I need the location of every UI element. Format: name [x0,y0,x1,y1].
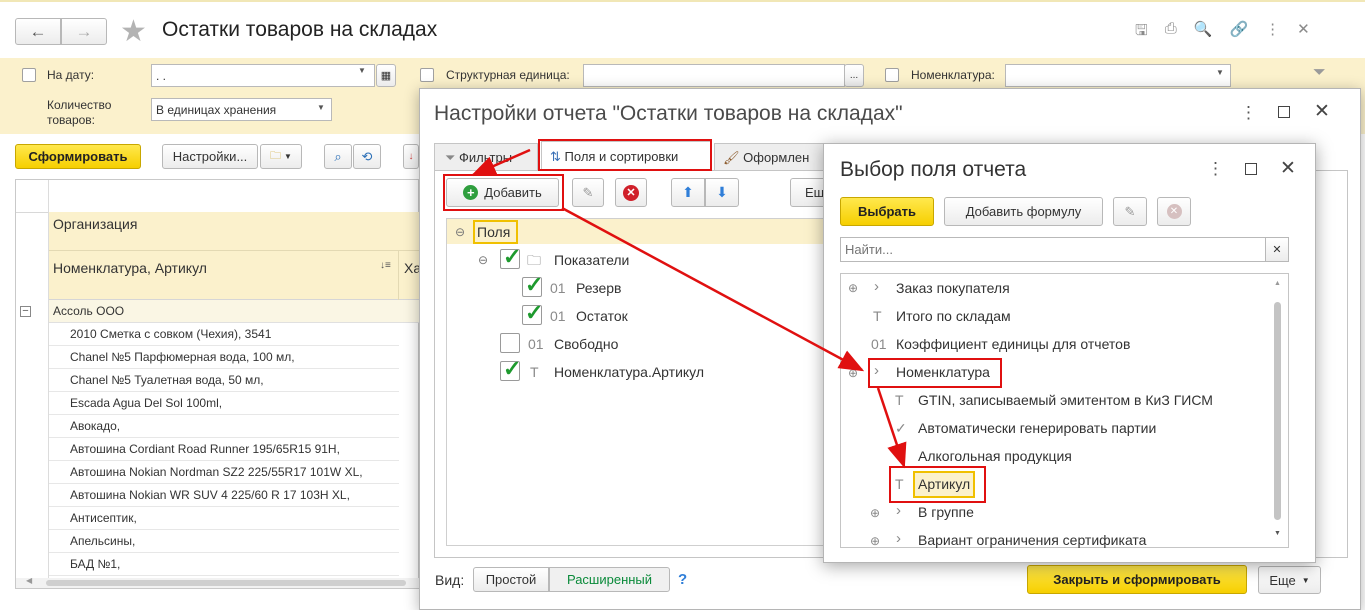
annotation-arrows [470,148,907,469]
arrow-to-article [876,387,907,469]
arrow-to-add [470,148,531,177]
arrow-to-nomenclature [561,206,865,372]
